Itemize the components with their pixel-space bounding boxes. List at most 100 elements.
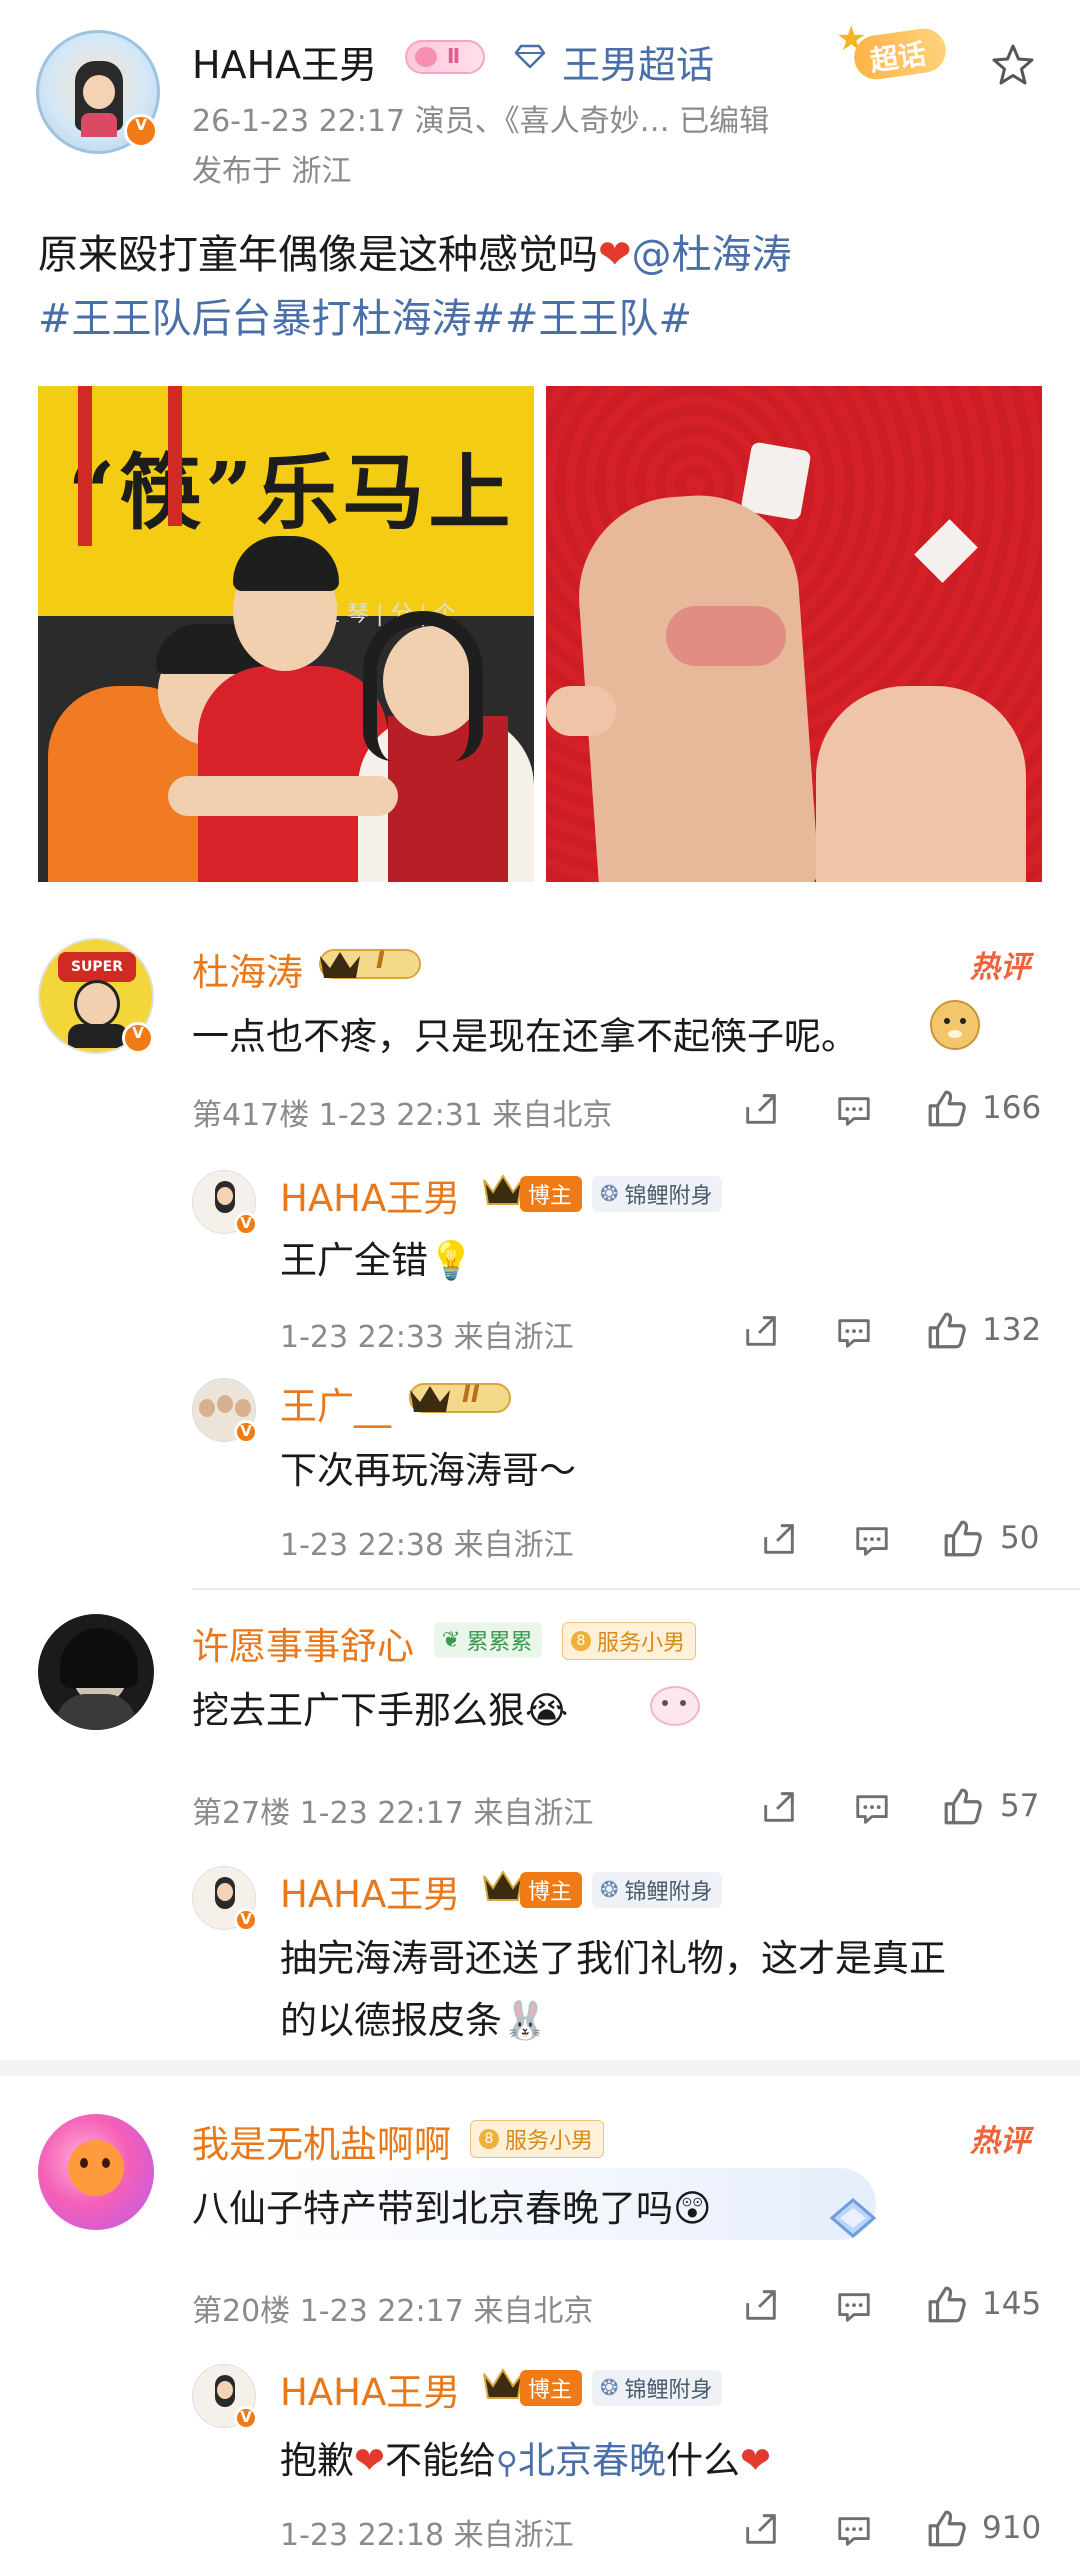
like-count: 50 [1000, 1520, 1040, 1556]
post-location: 发布于 浙江 [192, 154, 352, 189]
share-icon[interactable] [742, 2510, 780, 2548]
level-8-icon: 8 [479, 2129, 499, 2149]
reply-user-name[interactable]: HAHA王男 [280, 1168, 460, 1222]
share-icon[interactable] [742, 1090, 780, 1128]
favorite-star-icon[interactable] [990, 42, 1036, 88]
crying-emoji-icon: 😭 [525, 1689, 569, 1732]
search-link[interactable]: ⚲北京春晚 [496, 2439, 666, 2482]
comment-icon[interactable] [834, 2512, 874, 2550]
level-crown-icon: II [406, 1378, 516, 1422]
post-photo-1[interactable]: “筷”乐马上 王 琴 | 分 | 个 [38, 386, 534, 882]
comment-text: 八仙子特产带到北京春晚了吗😲 [192, 2187, 712, 2230]
koi-icon: ❂ [600, 2375, 619, 2401]
author-name[interactable]: HAHA王男 [192, 34, 377, 89]
koi-icon: ❂ [600, 1877, 619, 1903]
blogger-tag: 博主 [520, 2370, 583, 2406]
like-count: 166 [982, 1090, 1042, 1126]
hot-comment-badge: 热评 [970, 2124, 1030, 2159]
koi-tag: ❂ 锦鲤附身 [592, 2370, 723, 2406]
post-photo-2[interactable] [546, 386, 1042, 882]
verified-badge-icon [234, 2406, 258, 2430]
diamond-icon [515, 44, 545, 68]
reply-text: 抱歉❤不能给⚲北京春晚什么❤ [280, 2439, 772, 2482]
like-count: 910 [982, 2510, 1042, 2546]
share-icon[interactable] [760, 1520, 798, 1558]
reply-text: 抽完海涛哥还送了我们礼物，这才是真正 [280, 1937, 946, 1980]
level-8-icon: 8 [571, 1631, 591, 1651]
like-count: 57 [1000, 1788, 1040, 1824]
comment-avatar[interactable] [38, 2114, 154, 2230]
heart-icon: ❤ [354, 2439, 386, 2482]
super-topic-badge[interactable]: ★ 超话 [836, 22, 949, 83]
bunny-emoji-icon: 🐰 [502, 1999, 549, 2042]
comment-icon[interactable] [834, 1092, 874, 1130]
like-icon[interactable] [926, 1310, 968, 1352]
koi-tag: ❂ 锦鲤附身 [592, 1872, 723, 1908]
verified-badge-icon [234, 1212, 258, 1236]
blogger-tag: 博主 [520, 1872, 583, 1908]
cat-sticker-icon [640, 1676, 710, 1736]
comment-meta: 第20楼 1-23 22:17 来自北京 [192, 2294, 594, 2329]
comment-icon[interactable] [834, 2288, 874, 2326]
comment-text: 一点也不疼，只是现在还拿不起筷子呢。 [192, 1015, 858, 1058]
post-body: 原来殴打童年偶像是这种感觉吗❤@杜海涛 [38, 222, 792, 280]
koi-icon: ❂ [600, 1181, 619, 1207]
reply-user-name[interactable]: 王广__ [280, 1376, 391, 1430]
share-icon[interactable] [742, 2286, 780, 2324]
heart-icon: ❤ [740, 2439, 772, 2482]
member-badge-icon: Ⅱ [405, 40, 485, 74]
reply-meta: 1-23 22:33 来自浙江 [280, 1320, 574, 1355]
post-time-source: 26-1-23 22:17 演员、《喜人奇妙… 已编辑 [192, 104, 770, 139]
comment-user-name[interactable]: 杜海涛 [192, 942, 303, 996]
green-tag: ❦ 累累累 [434, 1622, 543, 1658]
mention-link[interactable]: @杜海涛 [632, 232, 792, 278]
share-icon[interactable] [760, 1788, 798, 1826]
section-divider [0, 2060, 1080, 2076]
hashtag-links[interactable]: #王王队后台暴打杜海涛##王王队# [38, 286, 692, 344]
reply-text: 王广全错💡 [280, 1239, 475, 1282]
like-count: 132 [982, 1312, 1042, 1348]
photo1-sign-text: “筷”乐马上 [68, 445, 515, 541]
comment-user-name[interactable]: 许愿事事舒心 [192, 1616, 414, 1670]
reply-text: 下次再玩海涛哥～ [280, 1449, 576, 1492]
blogger-tag: 博主 [520, 1176, 583, 1212]
like-icon[interactable] [942, 1786, 984, 1828]
comment-icon[interactable] [852, 1790, 892, 1828]
comment-avatar[interactable] [38, 1614, 154, 1730]
service-tag: 8 服务小男 [562, 1622, 697, 1660]
verified-badge-icon [234, 1420, 258, 1444]
post-text: 原来殴打童年偶像是这种感觉吗 [38, 232, 598, 278]
comment-meta: 第417楼 1-23 22:31 来自北京 [192, 1098, 613, 1133]
like-icon[interactable] [926, 2284, 968, 2326]
verified-badge-icon [124, 114, 158, 148]
comment-text: 挖去王广下手那么狠😭 [192, 1689, 569, 1732]
super-topic-link[interactable]: 王男超话 [562, 34, 714, 89]
verified-badge-icon [234, 1908, 258, 1932]
share-icon[interactable] [742, 1312, 780, 1350]
comment-icon[interactable] [852, 1522, 892, 1560]
comment-user-name[interactable]: 我是无机盐啊啊 [192, 2114, 451, 2168]
reply-user-name[interactable]: HAHA王男 [280, 1864, 460, 1918]
verified-badge-icon [122, 1022, 154, 1054]
heart-icon: ❤ [598, 232, 632, 278]
reply-user-name[interactable]: HAHA王男 [280, 2362, 460, 2416]
level-crown-icon: I [316, 944, 426, 988]
comment-icon[interactable] [834, 1314, 874, 1352]
comment-meta: 第27楼 1-23 22:17 来自浙江 [192, 1796, 594, 1831]
koi-tag: ❂ 锦鲤附身 [592, 1176, 723, 1212]
reply-meta: 1-23 22:38 来自浙江 [280, 1528, 574, 1563]
lightbulb-emoji-icon: 💡 [428, 1239, 475, 1282]
like-icon[interactable] [942, 1518, 984, 1560]
gem-icon [826, 2196, 880, 2244]
divider [192, 1588, 1080, 1590]
reply-text-line2: 的以德报皮条🐰 [280, 1999, 549, 2042]
like-icon[interactable] [926, 1088, 968, 1130]
leaf-icon: ❦ [442, 1627, 461, 1653]
surprised-emoji-icon: 😲 [673, 2187, 712, 2230]
like-count: 145 [982, 2286, 1042, 2322]
like-icon[interactable] [926, 2508, 968, 2550]
doge-emoji-icon [930, 1000, 980, 1050]
search-icon: ⚲ [496, 2446, 518, 2481]
service-tag: 8 服务小男 [470, 2120, 605, 2158]
reply-meta: 1-23 22:18 来自浙江 [280, 2518, 574, 2553]
